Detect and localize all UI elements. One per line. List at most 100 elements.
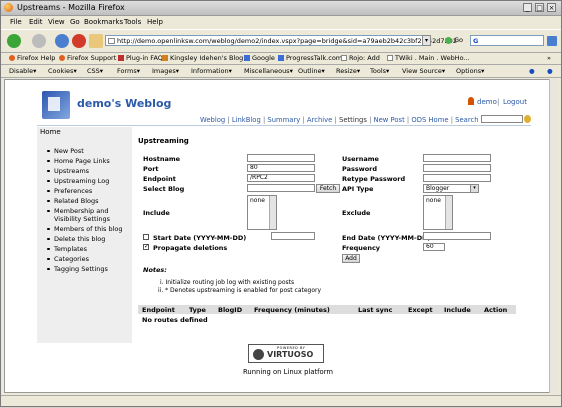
menu-edit[interactable]: Edit — [29, 18, 43, 26]
bookmark-progresstalk[interactable]: ProgressTalk.com — [278, 54, 342, 62]
dev-css[interactable]: CSS▾ — [87, 67, 103, 75]
frequency-field[interactable]: 60 — [423, 243, 445, 251]
info-icon[interactable]: ● — [547, 67, 553, 75]
exclude-scrollbar[interactable] — [445, 196, 452, 229]
sidebar-item-delete-blog[interactable]: Delete this blog — [46, 235, 105, 243]
sidebar-item-new-post[interactable]: New Post — [47, 147, 84, 155]
url-text: http://demo.openlinksw.com/weblog/demo2/… — [117, 37, 457, 45]
dev-cookies[interactable]: Cookies▾ — [48, 67, 77, 75]
exclude-list[interactable]: none — [423, 195, 453, 230]
vertical-scrollbar[interactable] — [549, 79, 558, 393]
select-blog-label: Select Blog — [143, 185, 185, 193]
nav-ods-home[interactable]: ODS Home — [411, 116, 448, 124]
sidebar-item-related-blogs[interactable]: Related Blogs — [47, 197, 99, 205]
dev-forms[interactable]: Forms▾ — [117, 67, 140, 75]
sidebar-item-home-page-links[interactable]: Home Page Links — [47, 157, 110, 165]
hostname-field[interactable] — [247, 154, 315, 162]
menu-bookmarks[interactable]: Bookmarks — [84, 18, 123, 26]
bookmark-firefox-support[interactable]: Firefox Support — [59, 54, 116, 62]
sidebar-item-members[interactable]: Members of this blog — [46, 225, 122, 233]
sidebar-item-upstreams[interactable]: Upstreams — [46, 167, 89, 175]
dev-tools[interactable]: Tools▾ — [370, 67, 389, 75]
menu-go[interactable]: Go — [70, 18, 80, 26]
fetch-button[interactable]: Fetch — [316, 184, 340, 193]
start-date-checkbox[interactable] — [143, 234, 149, 240]
dev-resize[interactable]: Resize▾ — [336, 67, 360, 75]
select-blog-field[interactable] — [247, 184, 315, 192]
blog-search-input[interactable] — [481, 115, 523, 123]
sidebar-item-categories[interactable]: Categories — [46, 255, 89, 263]
nav-weblog[interactable]: Weblog — [200, 116, 225, 124]
go-button[interactable]: Go — [445, 36, 463, 44]
username-field[interactable] — [423, 154, 491, 162]
search-go-icon[interactable] — [524, 115, 531, 123]
sidebar-item-membership[interactable]: Membership and — [46, 207, 108, 215]
close-button[interactable]: × — [547, 3, 556, 12]
bookmark-plugin-faq[interactable]: Plug-in FAQ — [118, 54, 163, 62]
menu-file[interactable]: File — [10, 18, 22, 26]
web-developer-toolbar: Disable▾ Cookies▾ CSS▾ Forms▾ Images▾ In… — [1, 65, 561, 78]
search-input[interactable]: G — [470, 35, 544, 46]
col-action: Action — [484, 306, 508, 314]
menu-help[interactable]: Help — [147, 18, 163, 26]
nav-archive[interactable]: Archive — [307, 116, 332, 124]
nav-linkblog[interactable]: LinkBlog — [232, 116, 261, 124]
start-date-field[interactable] — [271, 232, 315, 240]
nav-settings[interactable]: Settings — [339, 116, 367, 124]
nav-new-post[interactable]: New Post — [374, 116, 405, 124]
dev-information[interactable]: Information▾ — [191, 67, 232, 75]
url-bar[interactable]: http://demo.openlinksw.com/weblog/demo2/… — [105, 35, 457, 46]
back-icon[interactable] — [7, 34, 21, 48]
include-list[interactable]: none — [247, 195, 277, 230]
dev-disable[interactable]: Disable▾ — [9, 67, 36, 75]
end-date-field[interactable] — [423, 232, 491, 240]
bookmark-kingsley-blog[interactable]: Kingsley Idehen's Blog — [162, 54, 243, 62]
password-field[interactable] — [423, 164, 491, 172]
retype-password-field[interactable] — [423, 174, 491, 182]
menu-view[interactable]: View — [48, 18, 65, 26]
sidebar-item-upstreaming-log[interactable]: Upstreaming Log — [46, 177, 109, 185]
sidebar-item-membership-cont[interactable]: Visibility Settings — [54, 215, 110, 223]
sidebar-item-templates[interactable]: Templates — [46, 245, 87, 253]
bookmark-google[interactable]: Google — [244, 54, 275, 62]
user-link[interactable]: demo — [477, 98, 497, 106]
nav-separator: | — [334, 116, 337, 124]
dev-images[interactable]: Images▾ — [152, 67, 179, 75]
dev-miscellaneous[interactable]: Miscellaneous▾ — [244, 67, 293, 75]
frequency-label: Frequency — [342, 244, 381, 252]
bookmarks-overflow-icon[interactable]: » — [547, 54, 551, 62]
check-icon[interactable]: ● — [529, 67, 535, 75]
search-icon[interactable] — [547, 36, 557, 46]
nav-search[interactable]: Search — [455, 116, 478, 124]
add-button[interactable]: Add — [342, 254, 360, 263]
virtuoso-badge[interactable]: POWERED BY VIRTUOSO — [248, 344, 324, 363]
port-field[interactable]: 80 — [247, 164, 315, 172]
maximize-button[interactable]: □ — [535, 3, 544, 12]
bookmark-firefox-help[interactable]: Firefox Help — [9, 54, 55, 62]
stop-icon[interactable] — [72, 34, 86, 48]
nav-summary[interactable]: Summary — [267, 116, 300, 124]
password-label: Password — [342, 165, 378, 173]
sidebar-home[interactable]: Home — [40, 128, 61, 136]
dev-outline[interactable]: Outline▾ — [298, 67, 325, 75]
minimize-button[interactable]: _ — [523, 3, 532, 12]
forward-icon[interactable] — [32, 34, 46, 48]
include-scrollbar[interactable] — [269, 196, 276, 229]
home-icon[interactable] — [89, 34, 103, 48]
bookmark-rojo[interactable]: Rojo: Add — [341, 54, 380, 62]
api-type-select[interactable]: Blogger ▾ — [423, 184, 479, 193]
exclude-option[interactable]: none — [426, 197, 441, 204]
reload-icon[interactable] — [55, 34, 69, 48]
logout-link[interactable]: Logout — [503, 98, 527, 106]
sidebar-item-preferences[interactable]: Preferences — [46, 187, 92, 195]
nav-separator: | — [262, 116, 266, 124]
bookmark-twiki[interactable]: TWiki . Main . WebHo... — [387, 54, 470, 62]
dev-view-source[interactable]: View Source▾ — [402, 67, 445, 75]
include-option[interactable]: none — [250, 197, 265, 204]
dev-options[interactable]: Options▾ — [456, 67, 484, 75]
sidebar-item-tagging-settings[interactable]: Tagging Settings — [47, 265, 108, 273]
url-dropdown-button[interactable]: ▾ — [422, 35, 431, 46]
propagate-checkbox[interactable]: ✓ — [143, 244, 149, 250]
menu-tools[interactable]: Tools — [124, 18, 141, 26]
endpoint-field[interactable]: /RPC2 — [247, 174, 315, 182]
